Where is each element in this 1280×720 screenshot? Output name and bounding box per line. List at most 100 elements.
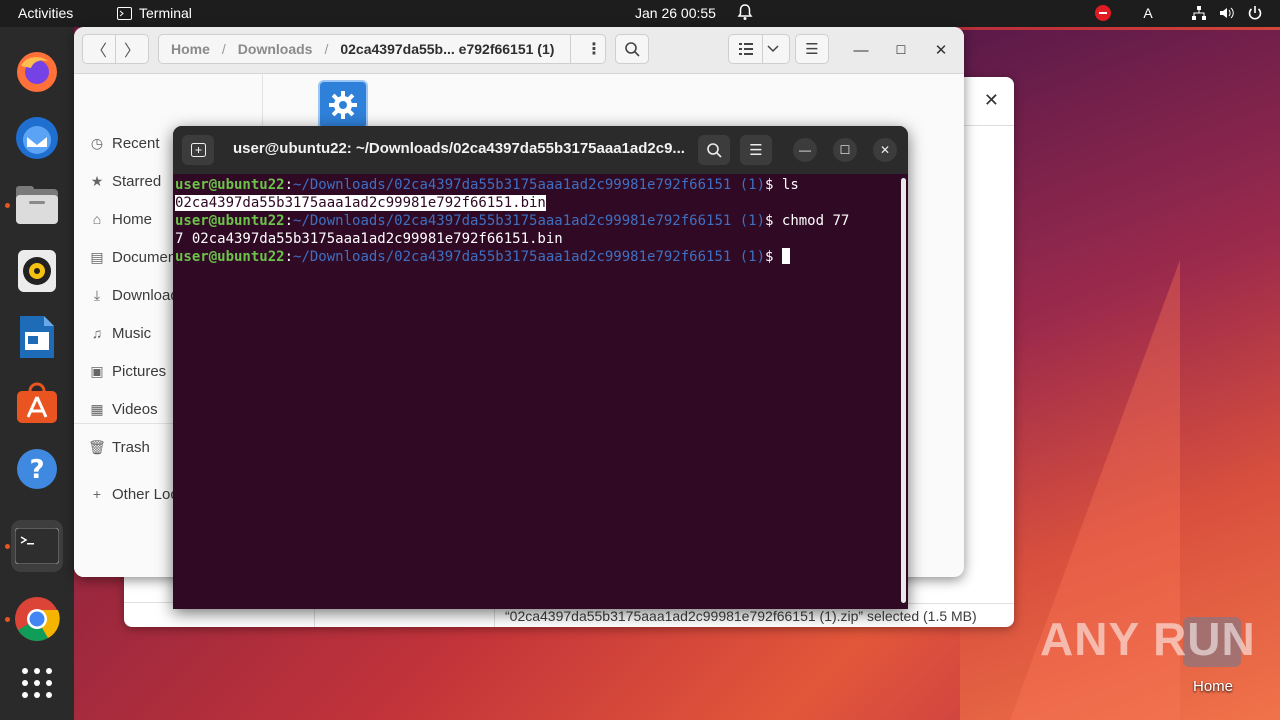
terminal-search-button[interactable] xyxy=(698,135,730,165)
rhythmbox-launcher[interactable] xyxy=(11,245,63,297)
path-separator: / xyxy=(324,41,329,57)
file-item[interactable] xyxy=(320,82,366,128)
music-icon: ♫ xyxy=(91,325,103,341)
prompt-user: user@ubuntu22 xyxy=(175,177,285,193)
firefox-launcher[interactable] xyxy=(11,46,63,98)
terminal-line: user@ubuntu22:~/Downloads/02ca4397da55b3… xyxy=(175,248,899,266)
sidebar-item-home[interactable]: ⌂ Home xyxy=(88,208,152,230)
terminal-line: 02ca4397da55b3175aaa1ad2c99981e792f66151… xyxy=(175,194,899,212)
terminal-menu-button[interactable]: ☰ xyxy=(740,135,772,165)
terminal-maximize-button[interactable]: ☐ xyxy=(833,138,857,162)
app-menu[interactable]: Terminal xyxy=(117,5,192,21)
sidebar-item-recent[interactable]: ◷ Recent xyxy=(88,132,160,154)
view-toggle[interactable] xyxy=(728,34,790,64)
sidebar-item-label: Starred xyxy=(112,172,162,190)
thunderbird-launcher[interactable] xyxy=(11,112,63,164)
stop-icon[interactable] xyxy=(1094,4,1112,22)
software-launcher[interactable] xyxy=(11,377,63,429)
dock: ? xyxy=(0,27,74,720)
clock[interactable]: Jan 26 00:55 xyxy=(635,5,716,21)
sidebar-item-videos[interactable]: ▦ Videos xyxy=(88,398,157,420)
prompt-path: ~/Downloads/02ca4397da55b3175aaa1ad2c999… xyxy=(293,213,766,229)
input-source-indicator[interactable]: A xyxy=(1139,4,1157,22)
output-text: 7 02ca4397da55b3175aaa1ad2c99981e792f661… xyxy=(175,231,563,247)
prompt-path: ~/Downloads/02ca4397da55b3175aaa1ad2c999… xyxy=(293,249,766,265)
files-icon xyxy=(16,186,58,224)
show-apps-button[interactable] xyxy=(11,657,63,709)
bell-icon[interactable] xyxy=(737,3,753,21)
new-tab-button[interactable] xyxy=(182,135,214,165)
sidebar-item-pictures[interactable]: ▣ Pictures xyxy=(88,360,166,382)
path-current[interactable]: 02ca4397da55b... e792f66151 (1) xyxy=(340,41,554,57)
terminal-close-button[interactable]: ✕ xyxy=(873,138,897,162)
divider xyxy=(964,125,1014,126)
terminal-line: user@ubuntu22:~/Downloads/02ca4397da55b3… xyxy=(175,177,799,193)
power-icon[interactable] xyxy=(1246,4,1264,22)
desktop-home-label[interactable]: Home xyxy=(1193,678,1233,695)
chrome-launcher[interactable] xyxy=(5,593,63,645)
terminal-launcher[interactable] xyxy=(5,520,63,572)
prompt-path: ~/Downloads/02ca4397da55b3175aaa1ad2c999… xyxy=(293,177,766,193)
close-icon: ✕ xyxy=(879,143,891,157)
top-bar: Activities Terminal Jan 26 00:55 A xyxy=(0,0,1280,27)
hamburger-icon: ☰ xyxy=(805,41,819,58)
search-button[interactable] xyxy=(615,34,649,64)
back-button[interactable]: 〈 xyxy=(82,34,116,64)
main-menu-button[interactable]: ☰ xyxy=(795,34,829,64)
chevron-left-icon: 〈 xyxy=(90,43,107,60)
minimize-button[interactable]: — xyxy=(850,39,872,61)
sidebar-item-trash[interactable]: 🗑 Trash xyxy=(88,436,150,458)
network-icon[interactable] xyxy=(1190,4,1208,22)
writer-icon xyxy=(20,316,54,358)
maximize-icon: ☐ xyxy=(839,143,851,157)
files-launcher[interactable] xyxy=(5,179,63,231)
help-launcher[interactable]: ? xyxy=(11,443,63,495)
download-icon: ⤓ xyxy=(93,286,101,303)
rhythmbox-icon xyxy=(18,250,56,292)
close-button[interactable]: ✕ xyxy=(930,39,952,61)
terminal-minimize-button[interactable]: — xyxy=(793,138,817,162)
chevron-down-icon[interactable] xyxy=(767,45,779,53)
path-menu-button[interactable]: ⋮ xyxy=(570,35,605,63)
command-text: ls xyxy=(781,177,799,193)
header-bar: 〈 〉 Home / Downloads / 02ca4397da55b... … xyxy=(74,27,964,74)
activities-button[interactable]: Activities xyxy=(18,5,73,21)
terminal-line: 7 02ca4397da55b3175aaa1ad2c99981e792f661… xyxy=(175,230,899,248)
sidebar-item-label: Music xyxy=(112,324,152,342)
path-downloads[interactable]: Downloads xyxy=(238,41,313,57)
terminal-line: user@ubuntu22:~/Downloads/02ca4397da55b3… xyxy=(175,213,850,229)
sidebar-item-downloads[interactable]: ⤓ Downloads xyxy=(88,284,186,306)
terminal-output[interactable]: user@ubuntu22:~/Downloads/02ca4397da55b3… xyxy=(175,176,899,266)
sidebar-item-label: Home xyxy=(112,210,153,228)
star-icon: ★ xyxy=(90,172,104,189)
terminal-icon xyxy=(15,528,59,564)
terminal-header: user@ubuntu22: ~/Downloads/02ca4397da55b… xyxy=(173,126,908,174)
sidebar-item-starred[interactable]: ★ Starred xyxy=(88,170,161,192)
plus-icon: + xyxy=(92,486,102,502)
chrome-icon xyxy=(15,597,60,641)
terminal-window: user@ubuntu22: ~/Downloads/02ca4397da55b… xyxy=(173,126,908,609)
path-home[interactable]: Home xyxy=(171,41,210,57)
thunderbird-icon xyxy=(16,117,58,159)
close-icon: ✕ xyxy=(934,42,948,59)
volume-icon[interactable] xyxy=(1218,4,1236,22)
app-grid-icon xyxy=(22,668,52,698)
path-separator: / xyxy=(221,41,226,57)
scrollbar[interactable] xyxy=(901,178,906,603)
sidebar-item-label: Pictures xyxy=(112,362,167,380)
new-tab-icon xyxy=(190,143,206,157)
maximize-button[interactable]: ☐ xyxy=(890,39,912,61)
trash-icon: 🗑 xyxy=(88,438,106,455)
search-icon xyxy=(707,143,722,158)
forward-button[interactable]: 〉 xyxy=(115,34,149,64)
gear-icon xyxy=(329,91,357,119)
sidebar-item-music[interactable]: ♫ Music xyxy=(88,322,151,344)
more-vertical-icon: ⋮ xyxy=(586,41,602,58)
writer-launcher[interactable] xyxy=(11,311,63,363)
close-icon[interactable]: ✕ xyxy=(984,90,999,111)
path-bar: Home / Downloads / 02ca4397da55b... e792… xyxy=(158,34,606,64)
app-name: Terminal xyxy=(139,5,192,21)
hamburger-icon: ☰ xyxy=(749,142,763,159)
minimize-icon: — xyxy=(853,41,869,59)
running-indicator xyxy=(5,544,10,549)
